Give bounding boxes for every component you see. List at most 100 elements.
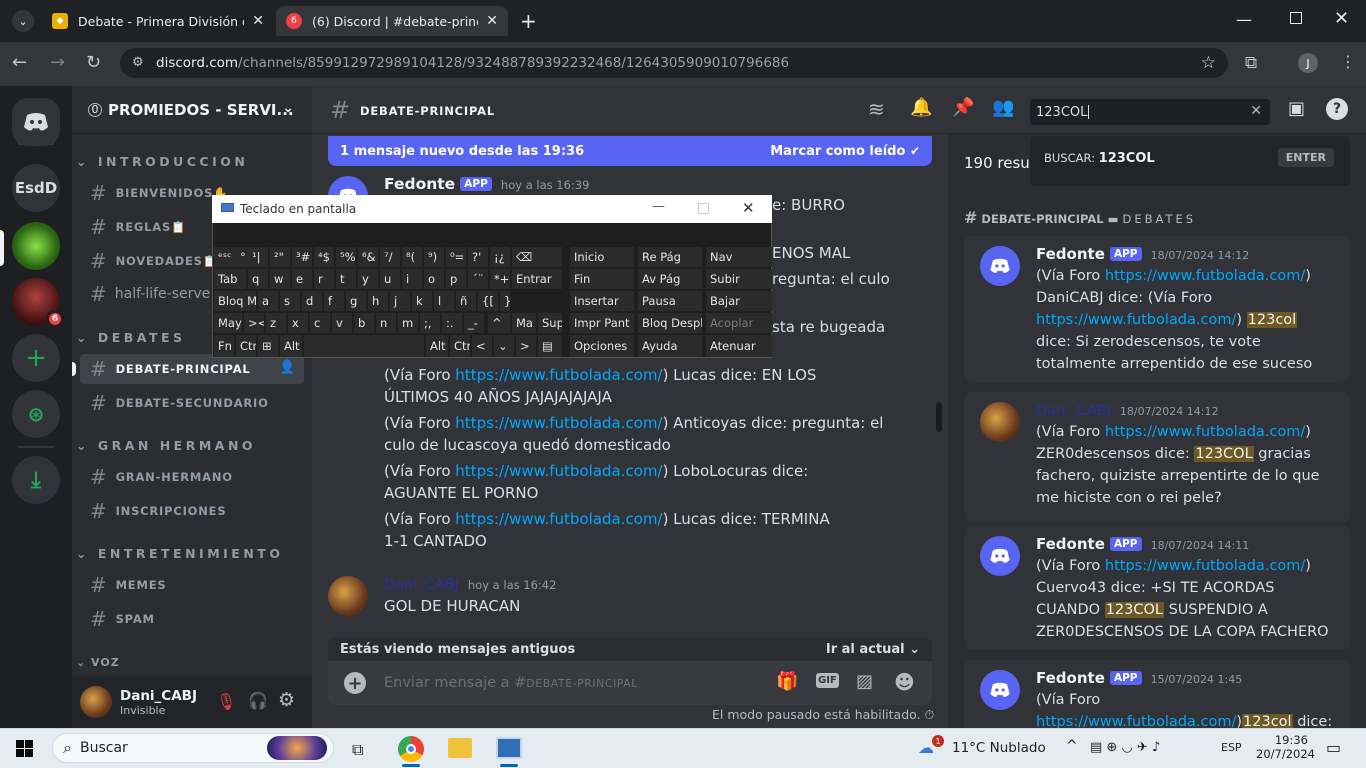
new-messages-bar[interactable]: 1 mensaje nuevo desde las 19:36 Marcar co… xyxy=(328,136,932,166)
forward-icon[interactable]: → xyxy=(50,52,65,73)
category-debates[interactable]: ⌄ DEBATES xyxy=(76,330,186,345)
osk-key[interactable]: :. xyxy=(442,313,462,333)
windows-start-icon[interactable] xyxy=(16,740,33,757)
author-name[interactable]: Fedonte xyxy=(384,175,455,193)
server-bombastic[interactable]: 6 xyxy=(12,278,64,328)
explore-icon[interactable]: ⊛ xyxy=(12,390,60,438)
osk-key[interactable]: ⁹) xyxy=(424,247,444,267)
osk-key[interactable]: i xyxy=(402,269,422,289)
pin-icon[interactable]: 📌 xyxy=(952,97,974,118)
discord-home-icon[interactable] xyxy=(12,98,60,146)
link[interactable]: https://www.futbolada.com/ xyxy=(1105,268,1305,284)
new-tab-icon[interactable]: + xyxy=(520,9,537,33)
address-bar[interactable]: ⚙ discord.com/channels/85991297298910412… xyxy=(120,48,1228,78)
osk-key[interactable]: s xyxy=(280,291,300,311)
tab-debate[interactable]: ◆ Debate - Primera División de Ar ✕ xyxy=(42,6,274,36)
reload-icon[interactable]: ↻ xyxy=(86,52,101,73)
server-esdd[interactable]: EsdD xyxy=(12,164,60,212)
osk-key[interactable]: Nav xyxy=(706,247,772,267)
osk-key[interactable]: >< xyxy=(244,313,264,333)
gif-button[interactable]: GIF xyxy=(816,673,839,688)
link[interactable]: https://www.futbolada.com/ xyxy=(455,414,662,432)
link[interactable]: https://www.futbolada.com/ xyxy=(1036,312,1236,328)
osk-key[interactable]: k xyxy=(412,291,432,311)
weather-text[interactable]: 11°C Nublado xyxy=(952,740,1046,756)
osk-key[interactable]: l xyxy=(434,291,454,311)
category-introduccion[interactable]: ⌄ INTRODUCCION xyxy=(76,154,248,169)
osk-close-icon[interactable]: ✕ xyxy=(742,199,755,217)
server-promiedos[interactable] xyxy=(12,222,60,270)
category-voz[interactable]: ⌄ VOZ xyxy=(76,656,120,669)
osk-key[interactable]: ³# xyxy=(292,247,312,267)
link[interactable]: https://www.futbolada.com/ xyxy=(1036,714,1236,728)
osk-key[interactable]: ⁷/ xyxy=(380,247,400,267)
enter-button[interactable]: ENTER xyxy=(1277,148,1334,167)
osk-key[interactable]: }] xyxy=(500,291,510,311)
add-member-icon[interactable]: 👤 xyxy=(279,360,296,375)
osk-key[interactable]: ⌫ xyxy=(512,247,562,267)
osk-key[interactable]: Av Pág xyxy=(638,269,702,289)
osk-key[interactable]: ⁵% xyxy=(336,247,356,267)
server-header[interactable]: 0 PROMIEDOS - SERVI... ⌄ xyxy=(72,86,312,134)
osk-key[interactable]: Ctrl xyxy=(450,335,470,357)
osk-key[interactable]: ¹| xyxy=(248,247,268,267)
mark-read-button[interactable]: Marcar como leído ✔ xyxy=(770,144,920,159)
osk-key[interactable]: ¡¿ xyxy=(490,247,510,267)
attach-plus-icon[interactable]: + xyxy=(344,672,366,694)
osk-key[interactable]: > xyxy=(516,335,536,357)
osk-key[interactable]: t xyxy=(336,269,356,289)
osk-key[interactable]: Inicio xyxy=(570,247,634,267)
scrollbar-thumb[interactable] xyxy=(936,402,942,432)
osk-key[interactable]: Bloq Ma xyxy=(214,291,256,311)
settings-gear-icon[interactable]: ⚙ xyxy=(278,689,295,711)
osk-key[interactable]: n xyxy=(376,313,396,333)
osk-key[interactable]: j xyxy=(390,291,410,311)
osk-key[interactable]: Mayús xyxy=(214,313,242,333)
category-gran-hermano[interactable]: ⌄ GRAN HERMANO xyxy=(76,438,256,453)
mic-muted-icon[interactable]: 🎙 xyxy=(216,692,236,711)
file-explorer-icon[interactable] xyxy=(448,738,472,758)
link[interactable]: https://www.futbolada.com/ xyxy=(455,366,662,384)
emoji-icon[interactable]: ☻ xyxy=(894,670,915,694)
osk-key[interactable]: o xyxy=(424,269,444,289)
author-name[interactable]: Dani_CABJ xyxy=(384,577,459,593)
taskbar-search[interactable]: ⌕ Buscar xyxy=(52,733,334,763)
osk-key[interactable]: ▤ xyxy=(538,335,562,357)
search-input[interactable]: 123COL ✕ xyxy=(1030,99,1270,125)
link[interactable]: https://www.futbolada.com/ xyxy=(1105,424,1305,440)
osk-key[interactable]: _- xyxy=(464,313,484,333)
osk-key[interactable]: Bloq Despl xyxy=(638,313,702,333)
osk-key[interactable]: Ma xyxy=(512,313,536,333)
channel-memes[interactable]: # MEMES xyxy=(80,570,304,600)
osk-key[interactable]: ⁰= xyxy=(446,247,466,267)
gift-icon[interactable]: 🎁 xyxy=(776,671,798,692)
back-icon[interactable]: ← xyxy=(12,52,27,73)
osk-key[interactable]: ⁴$ xyxy=(314,247,334,267)
osk-key[interactable]: Fn xyxy=(214,335,234,357)
task-view-icon[interactable]: ⧉ xyxy=(352,740,363,760)
link[interactable]: https://www.futbolada.com/ xyxy=(455,510,662,528)
chevron-up-icon[interactable]: ^ xyxy=(1066,738,1078,754)
osk-key[interactable]: ⁶& xyxy=(358,247,378,267)
channel-spam[interactable]: # SPAM xyxy=(80,604,304,634)
notification-bell-icon[interactable]: 🔔 xyxy=(910,97,932,118)
osk-key[interactable]: b xyxy=(354,313,374,333)
close-tab-icon[interactable]: ✕ xyxy=(486,13,498,29)
osk-key[interactable]: ;, xyxy=(420,313,440,333)
osk-key[interactable] xyxy=(304,335,424,357)
add-server-icon[interactable]: + xyxy=(12,334,60,382)
search-result[interactable]: Fedonte APP 18/07/2024 14:11 (Vía Foro h… xyxy=(964,526,1350,650)
osk-key[interactable]: Acoplar xyxy=(706,313,772,333)
osk-key[interactable]: Entrar xyxy=(512,269,562,289)
search-result[interactable]: Fedonte APP 18/07/2024 14:12 (Vía Foro h… xyxy=(964,236,1350,382)
minimize-icon[interactable]: — xyxy=(1236,10,1252,29)
osk-key[interactable]: v xyxy=(332,313,352,333)
bookmark-star-icon[interactable]: ☆ xyxy=(1201,53,1216,73)
osk-key[interactable]: r xyxy=(314,269,334,289)
osk-key[interactable]: c xyxy=(310,313,330,333)
headphones-icon[interactable]: 🎧 xyxy=(248,691,268,710)
osk-key[interactable]: *+ xyxy=(490,269,510,289)
osk-key[interactable]: x xyxy=(288,313,308,333)
clear-search-icon[interactable]: ✕ xyxy=(1250,103,1262,119)
jump-present-button[interactable]: Ir al actual ⌄ xyxy=(826,642,920,657)
